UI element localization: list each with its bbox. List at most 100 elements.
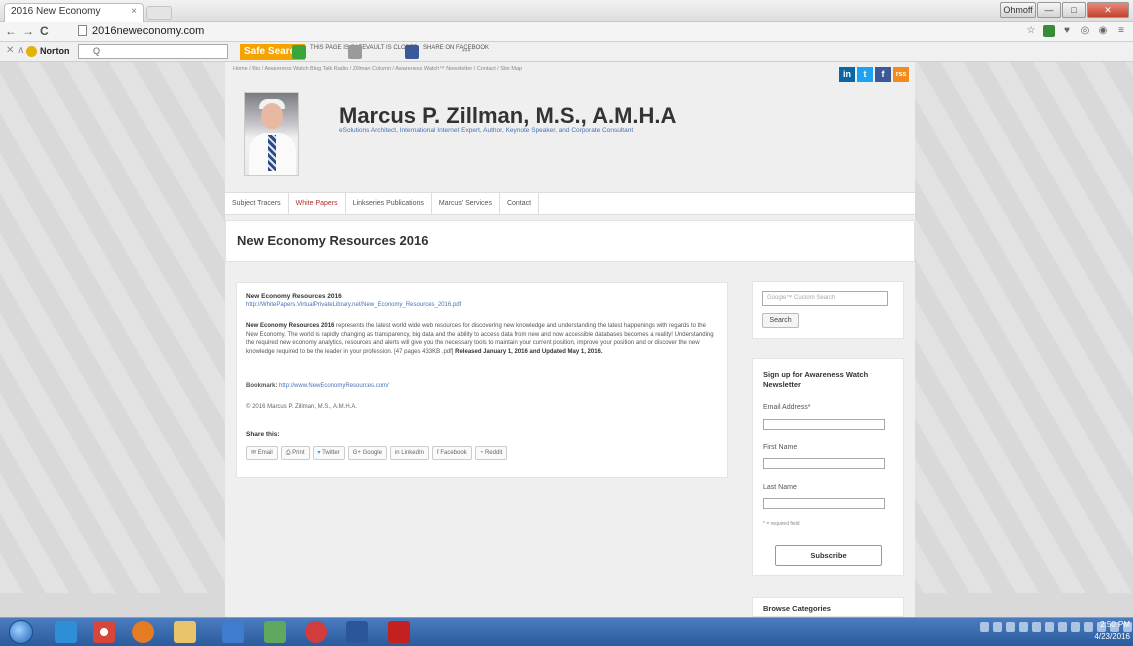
norton-search-input[interactable]: Q [78, 44, 228, 59]
menu-icon[interactable]: ≡ [1115, 25, 1127, 37]
url-input[interactable]: 2016neweconomy.com [78, 24, 978, 39]
main-nav: Subject Tracers White Papers Linkseries … [225, 192, 915, 215]
required-note: * = required field [763, 521, 800, 527]
linkedin-icon[interactable]: in [839, 67, 855, 82]
tray-icon[interactable] [993, 622, 1002, 632]
email-field[interactable] [763, 419, 885, 430]
extension-icon[interactable] [1043, 25, 1055, 37]
taskbar-firefox-icon[interactable] [132, 621, 154, 643]
last-name-label: Last Name [763, 484, 797, 491]
new-tab-button[interactable] [146, 6, 172, 20]
bookmark-label: Bookmark: [246, 383, 278, 389]
share-email-button[interactable]: ✉ Email [246, 446, 278, 460]
tab-close-icon[interactable]: × [131, 6, 137, 17]
nav-item-marcus-services[interactable]: Marcus' Services [432, 193, 500, 214]
facebook-icon [405, 45, 419, 59]
extension-icon[interactable]: ♥ [1061, 25, 1073, 37]
address-bar: ← → C 2016neweconomy.com ☆ ♥ ◎ ◉ ≡ [0, 22, 1133, 42]
facebook-icon[interactable]: f [875, 67, 891, 82]
back-arrow-icon[interactable]: ← [5, 24, 17, 38]
bookmark-link[interactable]: http://www.NewEconomyResources.com/ [279, 383, 389, 389]
first-name-field[interactable] [763, 458, 885, 469]
share-reddit-button[interactable]: ◔ Reddit [474, 446, 508, 460]
share-label: Share this: [246, 431, 280, 438]
last-name-field[interactable] [763, 498, 885, 509]
site-tagline: eSolutions Architect, International Inte… [339, 127, 634, 134]
taskbar-explorer-icon[interactable] [174, 621, 196, 643]
first-name-label: First Name [763, 444, 798, 451]
tray-icon[interactable] [1071, 622, 1080, 632]
search-widget [752, 281, 904, 339]
taskbar-app-icon[interactable] [222, 621, 244, 643]
nav-item-white-papers[interactable]: White Papers [289, 193, 346, 214]
categories-title: Browse Categories [763, 604, 831, 613]
nav-item-linkseries-publications[interactable]: Linkseries Publications [346, 193, 432, 214]
browser-tab[interactable]: 2016 New Economy × [4, 3, 144, 22]
bookmark-line: Bookmark: http://www.NewEconomyResources… [246, 383, 389, 389]
taskbar [0, 617, 1133, 646]
nav-item-subject-tracers[interactable]: Subject Tracers [225, 193, 289, 214]
clock-time[interactable]: 2:50 PM [1096, 620, 1130, 629]
norton-logo[interactable]: Norton [26, 44, 70, 59]
twitter-icon: ▾ [317, 450, 321, 456]
tray-icon[interactable] [1058, 622, 1067, 632]
tray-icon[interactable] [1084, 622, 1093, 632]
share-facebook-button[interactable]: f Facebook [431, 446, 472, 460]
tray-icon[interactable] [980, 622, 989, 632]
taskbar-network-icon[interactable] [264, 621, 286, 643]
norton-toolbar: ✕ ∧ Norton Q Safe Search THIS PAGE IS SA… [0, 42, 1133, 62]
page-icon [78, 25, 87, 36]
taskbar-app2-icon[interactable] [305, 621, 327, 643]
vault-icon [348, 45, 362, 59]
nav-item-contact[interactable]: Contact [500, 193, 540, 214]
share-facebook-badge[interactable]: SHARE ON FACEBOOK [405, 45, 489, 59]
taskbar-ie-icon[interactable] [55, 621, 77, 643]
site-title[interactable]: Marcus P. Zillman, M.S., A.M.H.A [339, 103, 676, 129]
user-profile-button[interactable]: Ohmoff [1000, 2, 1036, 18]
share-google-button[interactable]: G+ Google [347, 446, 387, 460]
close-window-button[interactable]: ✕ [1087, 2, 1129, 18]
clock-date[interactable]: 4/23/2016 [1089, 632, 1130, 641]
article-body-title: New Economy Resources 2016 [246, 323, 335, 329]
search-button[interactable]: Search [762, 313, 799, 328]
share-linkedin-button[interactable]: in LinkedIn [389, 446, 429, 460]
article-body: New Economy Resources 2016 represents th… [246, 322, 716, 356]
window-controls: Ohmoff — □ ✕ [1000, 2, 1129, 19]
article-released: Released January 1, 2016 and Updated May… [455, 348, 603, 355]
extension-icon[interactable]: ◎ [1079, 25, 1091, 37]
bookmark-star-icon[interactable]: ☆ [1025, 25, 1037, 37]
minimize-button[interactable]: — [1037, 2, 1061, 18]
check-icon [292, 45, 306, 59]
article-heading: New Economy Resources 2016 [246, 293, 342, 300]
article-pdf-link[interactable]: http://WhitePapers.VirtualPrivateLibrary… [246, 302, 461, 308]
tab-title: 2016 New Economy [11, 6, 101, 17]
more-icon[interactable]: ••• [462, 46, 470, 55]
extension-icons: ☆ ♥ ◎ ◉ ≡ [1025, 25, 1127, 37]
top-nav-links[interactable]: Home / Bio / Awareness Watch Blog Talk R… [233, 66, 522, 72]
taskbar-chrome-icon[interactable] [93, 621, 115, 643]
tray-icon[interactable] [1006, 622, 1015, 632]
taskbar-acrobat-icon[interactable] [388, 621, 410, 643]
rss-icon[interactable]: rss [893, 67, 909, 82]
toolbar-close-icon[interactable]: ✕ ∧ [6, 45, 24, 56]
share-print-button[interactable]: ⎙ Print [280, 446, 310, 460]
twitter-icon[interactable]: t [857, 67, 873, 82]
tray-icon[interactable] [1032, 622, 1041, 632]
search-input[interactable]: Google™ Custom Search [762, 291, 888, 306]
extension-icon[interactable]: ◉ [1097, 25, 1109, 37]
social-icons: in t f rss [839, 67, 909, 82]
forward-arrow-icon[interactable]: → [22, 24, 34, 38]
author-photo [244, 92, 299, 176]
share-buttons: ✉ Email ⎙ Print ▾ Twitter G+ Google in L… [246, 446, 508, 460]
reload-icon[interactable]: C [40, 24, 49, 38]
tray-icon[interactable] [1019, 622, 1028, 632]
newsletter-title: Sign up for Awareness Watch Newsletter [763, 370, 869, 389]
start-button[interactable] [9, 620, 33, 644]
share-twitter-button[interactable]: ▾ Twitter [312, 446, 345, 460]
url-text: 2016neweconomy.com [92, 25, 205, 37]
tray-icon[interactable] [1045, 622, 1054, 632]
article-copyright: © 2016 Marcus P. Zillman, M.S., A.M.H.A. [246, 404, 358, 410]
taskbar-word-icon[interactable] [346, 621, 368, 643]
subscribe-button[interactable]: Subscribe [775, 545, 882, 566]
maximize-button[interactable]: □ [1062, 2, 1086, 18]
